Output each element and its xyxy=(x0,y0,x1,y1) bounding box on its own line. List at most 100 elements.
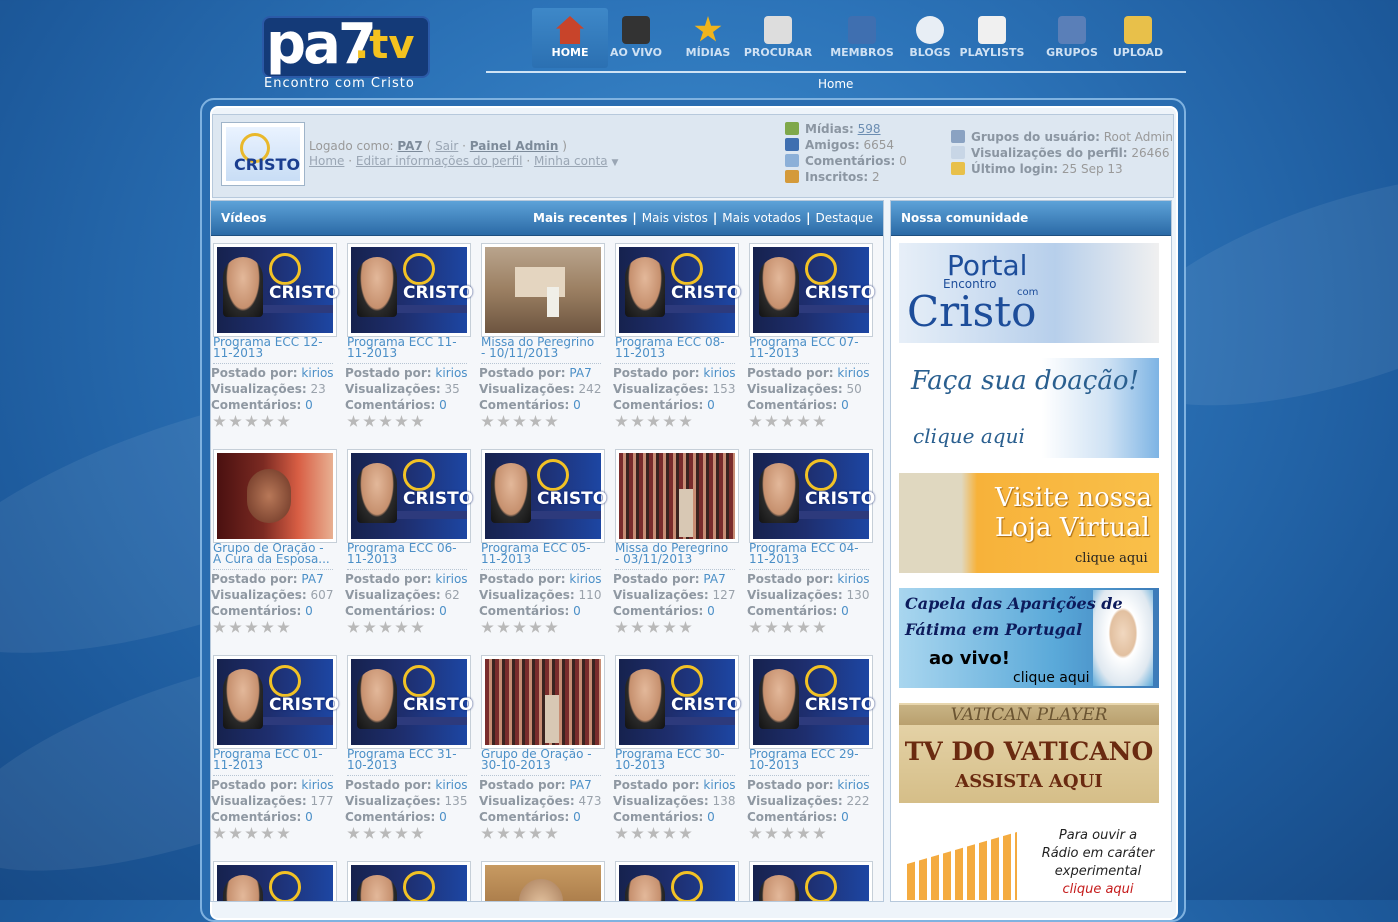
comments-count[interactable]: 0 xyxy=(305,398,313,412)
nav-item-2[interactable]: MÍDIAS xyxy=(670,8,746,68)
tab-most-voted[interactable]: Mais votados xyxy=(722,211,801,225)
star-icon[interactable] xyxy=(261,415,274,427)
star-icon[interactable] xyxy=(765,621,778,633)
star-icon[interactable] xyxy=(497,415,510,427)
author-link[interactable]: kirios xyxy=(435,366,467,380)
rating-stars[interactable] xyxy=(749,825,829,844)
star-icon[interactable] xyxy=(245,415,258,427)
author-link[interactable]: kirios xyxy=(435,572,467,586)
video-thumbnail[interactable]: CRISTO xyxy=(749,861,873,901)
star-icon[interactable] xyxy=(529,621,542,633)
author-link[interactable]: PA7 xyxy=(569,778,591,792)
rating-stars[interactable] xyxy=(213,413,293,432)
comments-count[interactable]: 0 xyxy=(841,810,849,824)
star-icon[interactable] xyxy=(631,827,644,839)
star-icon[interactable] xyxy=(647,415,660,427)
star-icon[interactable] xyxy=(529,827,542,839)
star-icon[interactable] xyxy=(679,621,692,633)
edit-profile-link[interactable]: Editar informações do perfil xyxy=(356,154,523,168)
video-title-link[interactable]: Programa ECC 05-11-2013 xyxy=(481,543,601,570)
star-icon[interactable] xyxy=(781,621,794,633)
video-title-link[interactable]: Grupo de Oração - 30-10-2013 xyxy=(481,749,601,776)
star-icon[interactable] xyxy=(529,415,542,427)
comments-count[interactable]: 0 xyxy=(439,810,447,824)
comments-count[interactable]: 0 xyxy=(573,398,581,412)
star-icon[interactable] xyxy=(395,827,408,839)
video-thumbnail[interactable]: CRISTO xyxy=(749,243,875,337)
video-thumbnail[interactable]: CRISTO xyxy=(213,861,337,901)
star-icon[interactable] xyxy=(615,621,628,633)
nav-breadcrumb[interactable]: Home xyxy=(818,77,853,91)
rating-stars[interactable] xyxy=(615,825,695,844)
nav-item-1[interactable]: AO VIVO xyxy=(598,8,674,68)
video-title-link[interactable]: Programa ECC 06-11-2013 xyxy=(347,543,467,570)
comments-count[interactable]: 0 xyxy=(707,810,715,824)
star-icon[interactable] xyxy=(813,415,826,427)
star-icon[interactable] xyxy=(615,415,628,427)
star-icon[interactable] xyxy=(813,827,826,839)
comments-count[interactable]: 0 xyxy=(439,398,447,412)
video-thumbnail[interactable] xyxy=(481,243,605,337)
home-link[interactable]: Home xyxy=(309,154,344,168)
video-title-link[interactable]: Missa do Peregrino - 10/11/2013 xyxy=(481,337,601,364)
comments-count[interactable]: 0 xyxy=(707,604,715,618)
star-icon[interactable] xyxy=(797,827,810,839)
author-link[interactable]: PA7 xyxy=(569,366,591,380)
comments-count[interactable]: 0 xyxy=(841,604,849,618)
star-icon[interactable] xyxy=(781,415,794,427)
video-thumbnail[interactable] xyxy=(481,655,605,749)
video-thumbnail[interactable]: CRISTO xyxy=(347,655,473,749)
star-icon[interactable] xyxy=(379,415,392,427)
video-thumbnail[interactable]: CRISTO xyxy=(749,449,875,543)
star-icon[interactable] xyxy=(411,415,424,427)
video-title-link[interactable]: Programa ECC 07-11-2013 xyxy=(749,337,869,364)
video-title-link[interactable]: Programa ECC 01-11-2013 xyxy=(213,749,333,776)
author-link[interactable]: kirios xyxy=(703,366,735,380)
rating-stars[interactable] xyxy=(347,619,427,638)
star-icon[interactable] xyxy=(545,415,558,427)
rating-stars[interactable] xyxy=(749,413,829,432)
nav-item-0[interactable]: HOME xyxy=(532,8,608,68)
rating-stars[interactable] xyxy=(347,825,427,844)
banner-fatima[interactable]: Capela das Aparições de Fátima em Portug… xyxy=(899,588,1159,688)
star-icon[interactable] xyxy=(679,827,692,839)
star-icon[interactable] xyxy=(411,827,424,839)
star-icon[interactable] xyxy=(261,827,274,839)
star-icon[interactable] xyxy=(229,415,242,427)
author-link[interactable]: kirios xyxy=(837,572,869,586)
video-title-link[interactable]: Programa ECC 12-11-2013 xyxy=(213,337,333,364)
star-icon[interactable] xyxy=(797,415,810,427)
star-icon[interactable] xyxy=(481,415,494,427)
star-icon[interactable] xyxy=(631,621,644,633)
video-title-link[interactable]: Grupo de Oração - A Cura da Esposa... xyxy=(213,543,333,570)
rating-stars[interactable] xyxy=(213,825,293,844)
site-logo[interactable]: pa7 .tv Encontro com Cristo xyxy=(262,14,430,94)
author-link[interactable]: kirios xyxy=(301,778,333,792)
comments-count[interactable]: 0 xyxy=(841,398,849,412)
star-icon[interactable] xyxy=(749,621,762,633)
video-title-link[interactable]: Programa ECC 30-10-2013 xyxy=(615,749,735,776)
video-title-link[interactable]: Programa ECC 08-11-2013 xyxy=(615,337,735,364)
stat-value[interactable]: 598 xyxy=(858,122,881,136)
star-icon[interactable] xyxy=(813,621,826,633)
banner-store[interactable]: Visite nossa Loja Virtual clique aqui xyxy=(899,473,1159,573)
video-thumbnail[interactable] xyxy=(213,449,337,543)
admin-panel-link[interactable]: Painel Admin xyxy=(470,139,559,153)
star-icon[interactable] xyxy=(647,827,660,839)
star-icon[interactable] xyxy=(749,415,762,427)
star-icon[interactable] xyxy=(363,415,376,427)
star-icon[interactable] xyxy=(513,621,526,633)
banner-radio[interactable]: Para ouvir a Rádio em caráter experiment… xyxy=(899,818,1159,900)
star-icon[interactable] xyxy=(513,827,526,839)
star-icon[interactable] xyxy=(363,621,376,633)
comments-count[interactable]: 0 xyxy=(439,604,447,618)
star-icon[interactable] xyxy=(261,621,274,633)
video-title-link[interactable]: Programa ECC 29-10-2013 xyxy=(749,749,869,776)
comments-count[interactable]: 0 xyxy=(573,810,581,824)
author-link[interactable]: PA7 xyxy=(703,572,725,586)
video-title-link[interactable]: Programa ECC 04-11-2013 xyxy=(749,543,869,570)
star-icon[interactable] xyxy=(245,621,258,633)
video-thumbnail[interactable]: CRISTO xyxy=(213,655,339,749)
author-link[interactable]: PA7 xyxy=(301,572,323,586)
star-icon[interactable] xyxy=(679,415,692,427)
